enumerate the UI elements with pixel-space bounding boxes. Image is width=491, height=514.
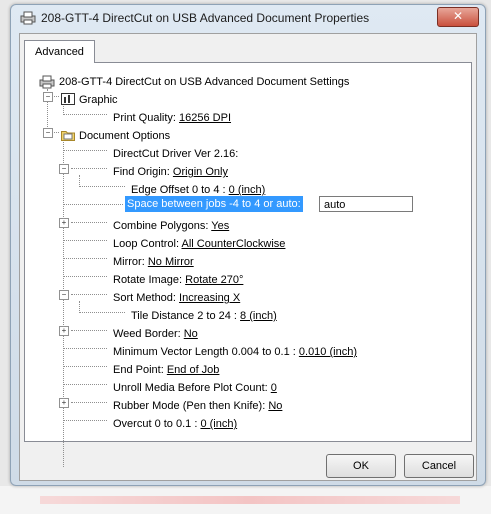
dialog-client-area: Advanced 208-GTT-4 DirectCut on USB Adva… (19, 33, 477, 481)
tree-guide-item (63, 384, 107, 385)
tab-advanced[interactable]: Advanced (24, 40, 95, 63)
document-options-collapse-toggle[interactable]: − (43, 128, 53, 138)
graphic-node[interactable]: Graphic (79, 91, 118, 109)
edge-offset-label: Edge Offset 0 to 4 : (131, 184, 226, 196)
space-between-jobs-label[interactable]: Space between jobs -4 to 4 or auto: (125, 196, 303, 212)
graphic-icon (61, 93, 75, 105)
tile-distance-setting[interactable]: Tile Distance 2 to 24 : 8 (inch) (131, 307, 277, 325)
mirror-label: Mirror: (113, 256, 145, 268)
advanced-tab-panel: 208-GTT-4 DirectCut on USB Advanced Docu… (24, 62, 472, 467)
combine-polygons-label: Combine Polygons: (113, 220, 209, 232)
tree-guide-item (63, 276, 107, 277)
document-options-node[interactable]: Document Options (79, 127, 170, 145)
tree-guide-item (71, 330, 107, 331)
printer-icon (39, 75, 55, 89)
title-bar: 208-GTT-4 DirectCut on USB Advanced Docu… (11, 5, 485, 31)
tree-guide-item (71, 402, 107, 403)
ok-button[interactable]: OK (326, 454, 396, 478)
overcut-label: Overcut 0 to 0.1 : (113, 418, 198, 430)
combine-polygons-expand-toggle[interactable]: + (59, 218, 69, 228)
tile-distance-value[interactable]: 8 (inch) (240, 310, 277, 322)
find-origin-collapse-toggle[interactable]: − (59, 164, 69, 174)
end-point-label: End Point: (113, 364, 164, 376)
print-quality-label: Print Quality: (113, 112, 176, 124)
min-vector-length-setting[interactable]: Minimum Vector Length 0.004 to 0.1 : 0.0… (113, 343, 357, 361)
rubber-mode-label: Rubber Mode (Pen then Knife): (113, 400, 266, 412)
tree-guide-item (63, 258, 107, 259)
overcut-setting[interactable]: Overcut 0 to 0.1 : 0 (inch) (113, 415, 237, 433)
sort-method-collapse-toggle[interactable]: − (59, 290, 69, 300)
loop-control-label: Loop Control: (113, 238, 180, 250)
background-strip (40, 496, 460, 504)
rubber-mode-value[interactable]: No (268, 400, 282, 412)
edge-offset-value[interactable]: 0 (inch) (229, 184, 266, 196)
mirror-setting[interactable]: Mirror: No Mirror (113, 253, 194, 271)
tree-guide-item (71, 222, 107, 223)
tree-guide-item (71, 294, 107, 295)
window-title: 208-GTT-4 DirectCut on USB Advanced Docu… (41, 11, 370, 25)
mirror-value[interactable]: No Mirror (148, 256, 194, 268)
cancel-button[interactable]: Cancel (404, 454, 474, 478)
print-quality-setting[interactable]: Print Quality: 16256 DPI (113, 109, 231, 127)
unroll-media-label: Unroll Media Before Plot Count: (113, 382, 268, 394)
tree-guide-item (63, 348, 107, 349)
unroll-media-setting[interactable]: Unroll Media Before Plot Count: 0 (113, 379, 277, 397)
tree-guide-item (79, 186, 125, 187)
driver-version-item: DirectCut Driver Ver 2.16: (113, 148, 239, 160)
loop-control-setting[interactable]: Loop Control: All CounterClockwise (113, 235, 285, 253)
sort-method-label: Sort Method: (113, 292, 176, 304)
min-vector-length-label: Minimum Vector Length 0.004 to 0.1 : (113, 346, 296, 358)
min-vector-length-value[interactable]: 0.010 (inch) (299, 346, 357, 358)
weed-border-label: Weed Border: (113, 328, 181, 340)
weed-border-expand-toggle[interactable]: + (59, 326, 69, 336)
tree-guide-item (79, 312, 125, 313)
combine-polygons-setting[interactable]: Combine Polygons: Yes (113, 217, 229, 235)
rubber-mode-setting[interactable]: Rubber Mode (Pen then Knife): No (113, 397, 282, 415)
document-options-icon (61, 131, 75, 141)
unroll-media-value[interactable]: 0 (271, 382, 277, 394)
combine-polygons-value[interactable]: Yes (211, 220, 229, 232)
weed-border-setting[interactable]: Weed Border: No (113, 325, 198, 343)
loop-control-value[interactable]: All CounterClockwise (182, 238, 286, 250)
end-point-value[interactable]: End of Job (167, 364, 220, 376)
rotate-image-label: Rotate Image: (113, 274, 183, 286)
tree-guide-item (71, 168, 107, 169)
sort-method-setting[interactable]: Sort Method: Increasing X (113, 289, 240, 307)
printer-icon (20, 11, 36, 25)
find-origin-value[interactable]: Origin Only (173, 166, 228, 178)
sort-method-value[interactable]: Increasing X (179, 292, 240, 304)
graphic-collapse-toggle[interactable]: − (43, 92, 53, 102)
tree-guide-docopts-children (63, 139, 64, 467)
overcut-value[interactable]: 0 (inch) (200, 418, 237, 430)
rotate-image-value[interactable]: Rotate 270° (185, 274, 243, 286)
properties-window: 208-GTT-4 DirectCut on USB Advanced Docu… (10, 4, 486, 486)
print-quality-value[interactable]: 16256 DPI (179, 112, 231, 124)
tree-guide-item (63, 420, 107, 421)
tree-root-label: 208-GTT-4 DirectCut on USB Advanced Docu… (59, 76, 350, 88)
find-origin-setting[interactable]: Find Origin: Origin Only (113, 163, 228, 181)
settings-tree: 208-GTT-4 DirectCut on USB Advanced Docu… (37, 73, 437, 467)
rotate-image-setting[interactable]: Rotate Image: Rotate 270° (113, 271, 243, 289)
space-between-jobs-input[interactable]: auto (319, 196, 413, 212)
tree-guide-print-quality (63, 114, 107, 115)
tree-guide-item (63, 150, 107, 151)
close-button[interactable]: ✕ (437, 7, 479, 27)
end-point-setting[interactable]: End Point: End of Job (113, 361, 219, 379)
tree-guide-item (63, 204, 123, 205)
tile-distance-label: Tile Distance 2 to 24 : (131, 310, 237, 322)
tree-guide-item (63, 240, 107, 241)
find-origin-label: Find Origin: (113, 166, 170, 178)
rubber-mode-expand-toggle[interactable]: + (59, 398, 69, 408)
weed-border-value[interactable]: No (184, 328, 198, 340)
tree-guide-item (63, 366, 107, 367)
